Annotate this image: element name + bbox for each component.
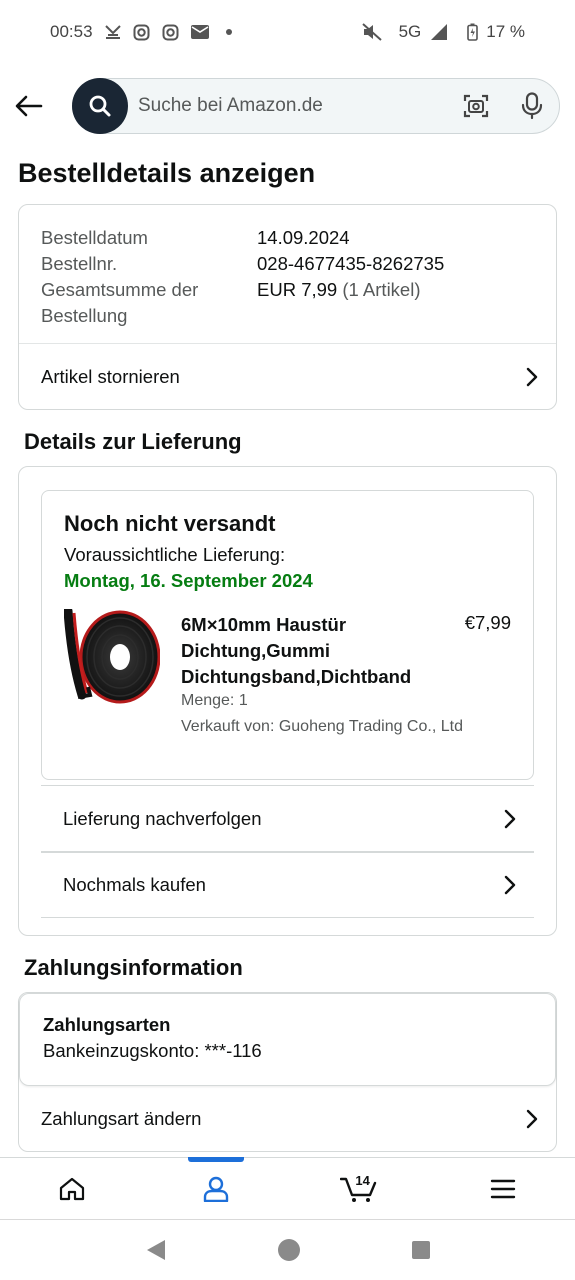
chevron-right-icon <box>504 809 516 828</box>
nav-cart[interactable]: 14 <box>288 1158 432 1219</box>
cancel-items-link[interactable]: Artikel stornieren <box>19 344 556 410</box>
status-bar: 00:53 5G 17 % <box>0 0 575 64</box>
order-number-value: 028-4677435-8262735 <box>257 253 445 274</box>
eta-label: Voraussichtliche Lieferung: <box>64 544 286 565</box>
page-title: Bestelldetails anzeigen <box>18 158 316 188</box>
change-payment-link[interactable]: Zahlungsart ändern <box>19 1086 556 1152</box>
change-payment-label: Zahlungsart ändern <box>41 1108 202 1129</box>
chevron-right-icon <box>526 1109 538 1129</box>
cart-count-badge: 14 <box>355 1173 370 1188</box>
product-image[interactable] <box>63 606 161 705</box>
order-total-value: EUR 7,99 (1 Artikel) <box>257 277 421 329</box>
delivery-card: Noch nicht versandt Voraussichtliche Lie… <box>18 466 557 936</box>
chevron-right-icon <box>526 367 538 387</box>
delivery-section-title: Details zur Lieferung <box>24 429 242 454</box>
notification-dot-icon <box>219 22 239 42</box>
order-summary-card: Bestelldatum 14.09.2024 Bestellnr. 028-4… <box>18 204 557 410</box>
battery-icon <box>466 22 478 42</box>
order-date-value: 14.09.2024 <box>257 227 350 248</box>
product-quantity: Menge: 1 <box>181 692 248 709</box>
battery-percent: 17 % <box>486 22 525 41</box>
order-number-row: Bestellnr. 028-4677435-8262735 <box>41 251 444 277</box>
payment-method-value: Bankeinzugskonto: ***-116 <box>43 1040 262 1061</box>
home-icon <box>59 1177 84 1200</box>
system-home-button[interactable] <box>277 1238 301 1262</box>
order-summary-table: Bestelldatum 14.09.2024 Bestellnr. 028-4… <box>41 225 444 329</box>
order-date-label: Bestelldatum <box>41 227 148 248</box>
instagram-icon <box>161 22 181 42</box>
buy-again-link[interactable]: Nochmals kaufen <box>41 853 534 917</box>
order-item-count: (1 Artikel) <box>342 279 421 300</box>
product-price: €7,99 <box>464 612 511 633</box>
instagram-icon <box>132 22 152 42</box>
signal-icon <box>429 22 449 42</box>
search-input[interactable] <box>138 95 438 117</box>
cancel-items-label: Artikel stornieren <box>41 366 180 387</box>
product-title[interactable]: 6M×10mm Haustür Dichtung,Gummi Dichtungs… <box>181 612 431 690</box>
account-icon <box>203 1176 228 1202</box>
order-date-row: Bestelldatum 14.09.2024 <box>41 225 444 251</box>
system-back-button[interactable] <box>145 1238 167 1262</box>
status-time: 00:53 <box>50 22 93 41</box>
payment-method-box: Zahlungsarten Bankeinzugskonto: ***-116 <box>19 993 556 1086</box>
back-arrow-icon <box>15 95 43 117</box>
system-recents-button[interactable] <box>411 1240 431 1260</box>
bottom-nav: 14 <box>0 1157 575 1219</box>
search-button[interactable] <box>72 78 128 134</box>
product-seller: Verkauft von: Guoheng Trading Co., Ltd <box>181 718 463 735</box>
payment-section-title: Zahlungsinformation <box>24 955 243 980</box>
nav-account[interactable] <box>144 1157 288 1219</box>
nav-home[interactable] <box>0 1158 144 1219</box>
track-delivery-label: Lieferung nachverfolgen <box>63 807 262 829</box>
shipment-status: Noch nicht versandt <box>64 511 276 536</box>
system-nav-bar <box>0 1219 575 1280</box>
app-header <box>0 64 575 148</box>
payment-method-title: Zahlungsarten <box>43 1014 171 1035</box>
order-total-amount: EUR 7,99 <box>257 279 338 300</box>
shipment-box: Noch nicht versandt Voraussichtliche Lie… <box>41 490 534 780</box>
search-bar[interactable] <box>72 78 560 134</box>
mic-icon <box>521 92 543 120</box>
nav-menu[interactable] <box>431 1158 575 1219</box>
network-type: 5G <box>398 22 422 41</box>
back-button[interactable] <box>14 91 44 121</box>
eta-date: Montag, 16. September 2024 <box>64 570 313 591</box>
camera-icon <box>463 94 489 118</box>
order-total-label: Gesamtsumme der Bestellung <box>41 279 199 326</box>
camera-search-button[interactable] <box>463 93 489 124</box>
buy-again-label: Nochmals kaufen <box>63 874 206 895</box>
mute-icon <box>361 22 382 42</box>
menu-icon <box>490 1179 516 1198</box>
square-recents-icon <box>411 1241 430 1259</box>
divider <box>41 917 534 918</box>
payment-card: Zahlungsarten Bankeinzugskonto: ***-116 … <box>18 992 557 1152</box>
active-tab-indicator <box>187 1157 244 1162</box>
order-number-label: Bestellnr. <box>41 253 118 274</box>
voice-search-button[interactable] <box>521 92 543 125</box>
mail-icon <box>190 22 210 42</box>
search-icon <box>89 95 111 117</box>
circle-home-icon <box>277 1239 300 1261</box>
track-delivery-link[interactable]: Lieferung nachverfolgen <box>41 786 534 851</box>
triangle-back-icon <box>146 1240 165 1260</box>
missed-call-icon <box>103 22 123 42</box>
order-total-row: Gesamtsumme der Bestellung EUR 7,99 (1 A… <box>41 277 444 329</box>
chevron-right-icon <box>504 875 516 895</box>
